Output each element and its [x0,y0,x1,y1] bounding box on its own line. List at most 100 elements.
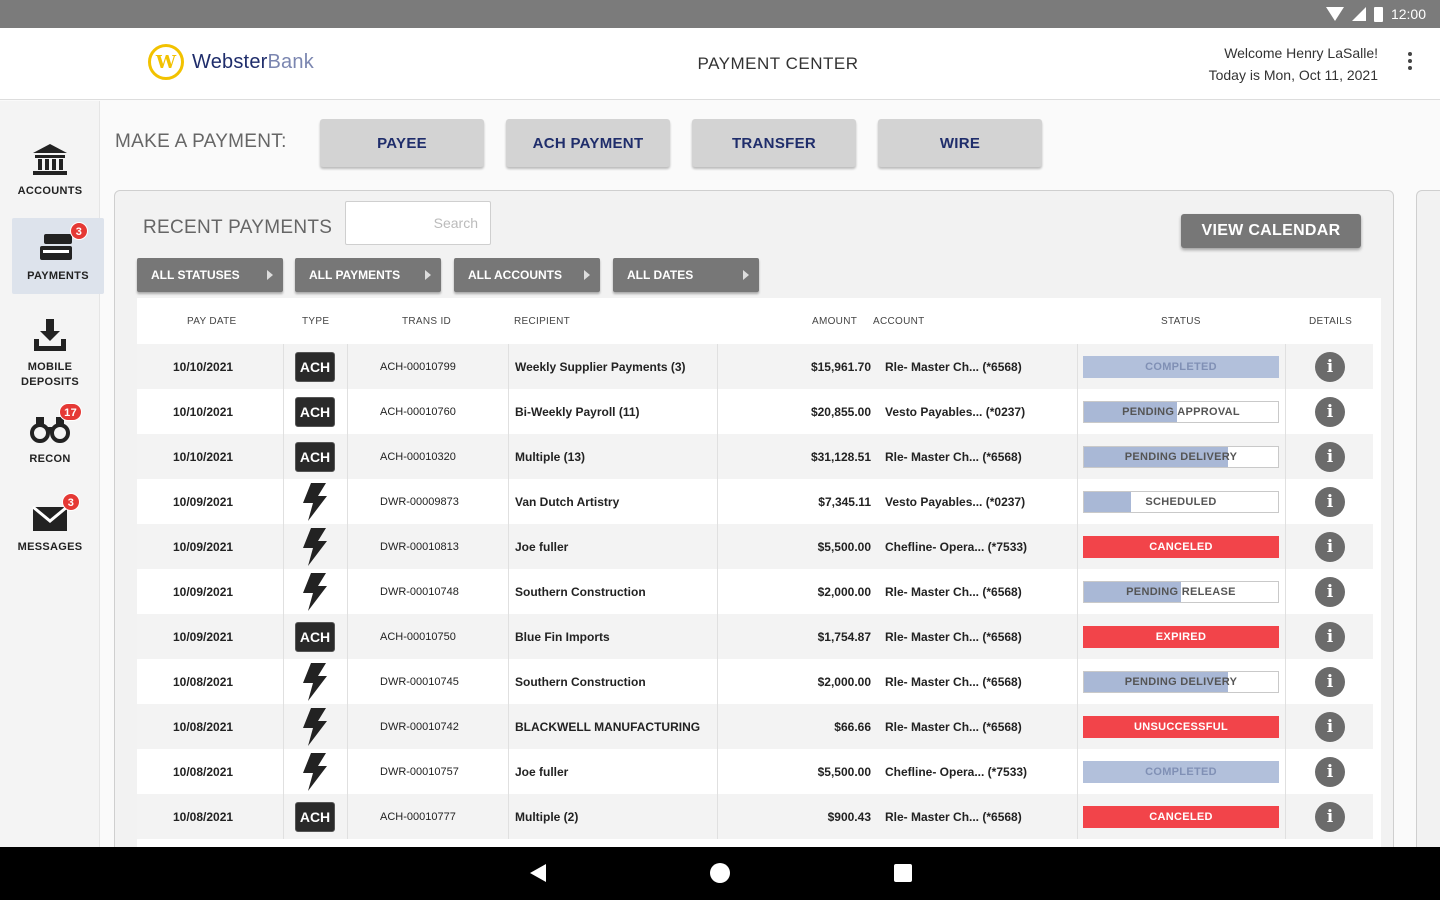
col-account: ACCOUNT [873,316,925,327]
status-progress: PENDING DELIVERY [1083,445,1279,468]
info-icon[interactable]: i [1315,441,1345,472]
column-divider [1077,389,1078,434]
table-row[interactable]: 10/08/2021 DWR-00010745 Southern Construct… [137,659,1373,704]
wire-bolt-icon [295,482,335,522]
info-icon[interactable]: i [1315,576,1345,607]
trans-id: DWR-00010757 [380,765,459,778]
column-divider [1285,434,1286,479]
recipient: BLACKWELL MANUFACTURING [515,719,701,734]
info-icon[interactable]: i [1315,666,1345,697]
overflow-menu-icon[interactable] [1406,52,1414,70]
wire-bolt-icon [295,707,335,747]
trans-id: ACH-00010750 [380,630,456,643]
status-cell: UNSUCCESSFUL [1083,704,1279,749]
ach-payment-button[interactable]: ACH PAYMENT [506,119,670,167]
view-calendar-button[interactable]: VIEW CALENDAR [1181,214,1361,248]
table-row[interactable]: 10/09/2021 DWR-00010748 Southern Construct… [137,569,1373,614]
pay-date: 10/08/2021 [173,674,234,689]
recipient: Weekly Supplier Payments (3) [515,359,686,374]
column-divider [1077,659,1078,704]
pay-date: 10/10/2021 [173,359,234,374]
status-badge: EXPIRED [1083,625,1279,648]
status-cell: SCHEDULED [1083,479,1279,524]
table-row[interactable]: 10/10/2021 ACH ACH-00010320 Multiple (13) $3… [137,434,1373,479]
recipient: Joe fuller [515,539,569,554]
amount: $5,500.00 [817,539,871,554]
info-icon[interactable]: i [1315,396,1345,427]
table-row[interactable]: 10/08/2021 DWR-00010757 Joe fuller $5,500.0… [137,749,1373,794]
table-row[interactable]: 10/09/2021 ACH ACH-00010750 Blue Fin Import… [137,614,1373,659]
info-icon[interactable]: i [1315,621,1345,652]
nav-item-messages[interactable]: 3 MESSAGES [0,493,100,555]
info-icon[interactable]: i [1315,756,1345,787]
caret-right-icon [267,270,273,280]
nav-item-payments[interactable]: 3 PAYMENTS [12,218,104,294]
table-row[interactable]: 10/08/2021 ACH ACH-00010777 Multiple (2) $90… [137,794,1373,839]
filter-payments[interactable]: ALL PAYMENTS [295,258,441,292]
column-divider [1077,749,1078,794]
wire-bolt-icon [295,752,335,792]
table-row[interactable]: 10/10/2021 ACH ACH-00010760 Bi-Weekly Payro… [137,389,1373,434]
column-divider [347,569,348,614]
bank-icon [32,143,68,180]
nav-item-recon[interactable]: 17 RECON [0,403,100,467]
info-icon[interactable]: i [1315,531,1345,562]
details-cell: i [1315,569,1345,614]
status-progress: PENDING DELIVERY [1083,670,1279,693]
account: Chefline- Opera... (*7533) [885,539,1028,554]
nav-item-accounts[interactable]: ACCOUNTS [0,143,100,199]
column-divider [717,659,718,704]
home-icon[interactable] [710,863,730,883]
column-divider [1285,344,1286,389]
recents-icon[interactable] [894,864,912,882]
payee-button[interactable]: PAYEE [320,119,484,167]
type-cell: ACH [295,344,335,389]
wire-bolt-icon [295,662,335,702]
col-type: TYPE [302,316,330,327]
info-icon[interactable]: i [1315,801,1345,832]
transfer-button[interactable]: TRANSFER [692,119,856,167]
filter-statuses[interactable]: ALL STATUSES [137,258,283,292]
recipient: Southern Construction [515,584,646,599]
column-divider [283,479,284,524]
nav-item-mobile-deposits[interactable]: MOBILE DEPOSITS [0,319,100,390]
column-divider [717,524,718,569]
recipient: Multiple (2) [515,809,579,824]
welcome-block: Welcome Henry LaSalle! Today is Mon, Oct… [1209,42,1378,86]
filter-dates[interactable]: ALL DATES [613,258,759,292]
type-cell [295,569,335,614]
info-icon[interactable]: i [1315,711,1345,742]
table-row[interactable]: 10/10/2021 ACH ACH-00010799 Weekly Supplier… [137,344,1373,389]
status-text: PENDING RELEASE [1126,585,1236,598]
info-icon[interactable]: i [1315,351,1345,382]
status-text: PENDING APPROVAL [1122,405,1240,418]
ach-badge: ACH [295,801,335,832]
account: Rle- Master Ch... (*6568) [885,719,1022,734]
type-cell [295,704,335,749]
wire-bolt-icon [295,527,335,567]
info-icon[interactable]: i [1315,486,1345,517]
amount: $900.43 [827,809,871,824]
caret-right-icon [425,270,431,280]
back-icon[interactable] [530,864,546,882]
col-pay-date: PAY DATE [187,316,237,327]
column-divider [1077,524,1078,569]
filter-accounts[interactable]: ALL ACCOUNTS [454,258,600,292]
clock: 12:00 [1390,6,1426,22]
trans-id: ACH-00010320 [380,450,456,463]
column-divider [1285,524,1286,569]
details-cell: i [1315,524,1345,569]
wire-button[interactable]: WIRE [878,119,1042,167]
trans-id: DWR-00010742 [380,720,459,733]
table-row[interactable]: 10/09/2021 DWR-00009873 Van Dutch Artistry… [137,479,1373,524]
trans-id: DWR-00010748 [380,585,459,598]
trans-id: DWR-00010745 [380,675,459,688]
table-row[interactable]: 10/09/2021 DWR-00010813 Joe fuller $5,500.0… [137,524,1373,569]
column-divider [347,704,348,749]
type-cell [295,524,335,569]
table-row[interactable]: 10/08/2021 DWR-00010742 BLACKWELL MANUFACT… [137,704,1373,749]
side-panel-edge [1416,190,1440,870]
search-input[interactable] [345,201,491,245]
details-cell: i [1315,434,1345,479]
amount: $1,754.87 [817,629,871,644]
